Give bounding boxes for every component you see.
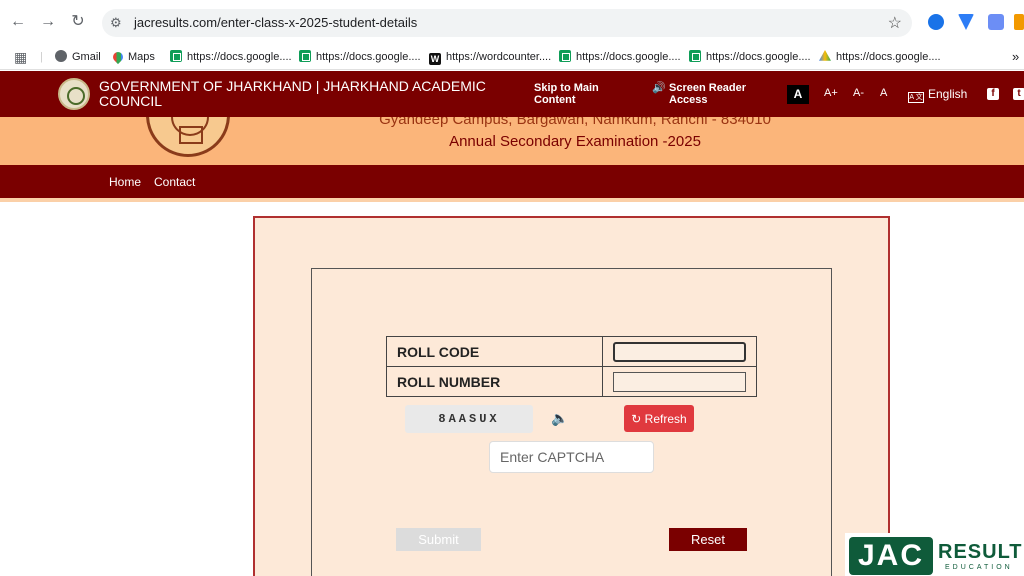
sheets-icon (559, 50, 571, 62)
captcha-audio-icon[interactable]: 🔈 (551, 410, 568, 426)
font-dark-button[interactable]: A (787, 85, 809, 104)
bookmark-docs-2[interactable]: https://docs.google.... (299, 48, 421, 66)
vpn-extension-icon[interactable] (958, 14, 974, 30)
submit-button[interactable]: Submit (396, 528, 481, 551)
captcha-image: 8AASUX (405, 405, 533, 433)
credentials-table: ROLL CODE ROLL NUMBER (386, 336, 757, 397)
font-decrease-button[interactable]: A- (853, 87, 864, 99)
site-settings-icon[interactable]: ⚙ (110, 15, 126, 31)
refresh-icon: ↻ (631, 411, 645, 426)
roll-code-row: ROLL CODE (387, 337, 756, 367)
bookmark-docs-3[interactable]: https://docs.google.... (559, 48, 681, 66)
watermark-education: EDUCATION (945, 564, 1013, 571)
skip-to-main-link[interactable]: Skip to Main Content (534, 82, 614, 106)
form-panel (311, 268, 832, 576)
site-title: GOVERNMENT OF JHARKHAND | JHARKHAND ACAD… (99, 78, 486, 109)
nav-home[interactable]: Home (109, 175, 141, 189)
jharkhand-emblem-icon (58, 78, 90, 110)
speaker-icon: 🔊 (652, 82, 666, 94)
bookmark-gmail[interactable]: Gmail (55, 48, 101, 66)
sheets-icon (170, 50, 182, 62)
cell-divider (602, 337, 603, 366)
bookmark-docs-1[interactable]: https://docs.google.... (170, 48, 292, 66)
bookmark-docs-5[interactable]: https://docs.google.... (819, 48, 941, 66)
site-topbar: GOVERNMENT OF JHARKHAND | JHARKHAND ACAD… (0, 71, 1024, 117)
address-bar[interactable]: ⚙ jacresults.com/enter-class-x-2025-stud… (102, 9, 912, 37)
captcha-refresh-button[interactable]: ↻ Refresh (624, 405, 694, 432)
cell-divider (602, 367, 603, 397)
screen-reader-link[interactable]: Screen Reader Access (669, 82, 759, 106)
browser-toolbar: ← → ↻ ⚙ jacresults.com/enter-class-x-202… (0, 0, 1024, 44)
roll-number-label: ROLL NUMBER (397, 374, 501, 390)
roll-code-label: ROLL CODE (397, 344, 480, 360)
facebook-icon[interactable]: f (987, 88, 999, 100)
exam-title: Annual Secondary Examination -2025 (449, 133, 701, 150)
sheets-icon (689, 50, 701, 62)
reset-button[interactable]: Reset (669, 528, 747, 551)
bookmarks-divider: | (40, 51, 43, 63)
main-nav: Home Contact (0, 165, 1024, 198)
watermark-result: RESULT (938, 541, 1023, 563)
bookmark-wordcounter[interactable]: Whttps://wordcounter.... (429, 48, 551, 66)
translate-icon: A 文 (908, 92, 924, 103)
bookmarks-bar: ▦ | Gmail Maps https://docs.google.... h… (0, 44, 1024, 70)
captcha-input[interactable] (489, 441, 654, 473)
nav-underline (0, 198, 1024, 202)
maps-icon (110, 49, 126, 65)
back-arrow-icon[interactable]: ← (8, 12, 28, 32)
watermark-jac: JAC (849, 537, 933, 575)
site-banner: Gyandeep Campus, Bargawan, Namkum, Ranch… (0, 117, 1024, 165)
bookmark-maps[interactable]: Maps (110, 48, 155, 66)
roll-code-input[interactable] (613, 342, 746, 362)
sheets-icon (299, 50, 311, 62)
drive-icon (819, 50, 831, 61)
extension-icon-2[interactable] (1014, 14, 1024, 30)
bookmarks-overflow[interactable]: » (1012, 48, 1019, 66)
nav-contact[interactable]: Contact (154, 175, 195, 189)
globe-icon (55, 50, 67, 62)
bookmark-star-icon[interactable]: ☆ (888, 13, 902, 33)
font-increase-button[interactable]: A+ (824, 87, 838, 99)
reload-icon[interactable]: ↻ (68, 12, 88, 32)
url-text[interactable]: jacresults.com/enter-class-x-2025-studen… (134, 15, 417, 30)
forward-arrow-icon[interactable]: → (38, 12, 58, 32)
council-address: Gyandeep Campus, Bargawan, Namkum, Ranch… (379, 117, 771, 128)
apps-grid-icon[interactable]: ▦ (14, 48, 27, 66)
bookmark-docs-4[interactable]: https://docs.google.... (689, 48, 811, 66)
language-selector[interactable]: A 文 English (908, 87, 967, 103)
download-extension-icon[interactable] (928, 14, 944, 30)
jac-result-watermark: JAC RESULT EDUCATION (845, 533, 1024, 576)
twitter-icon[interactable]: t (1013, 88, 1024, 100)
roll-number-input[interactable] (613, 372, 746, 392)
font-normal-button[interactable]: A (880, 87, 887, 99)
roll-number-row: ROLL NUMBER (387, 367, 756, 397)
wordcounter-icon: W (429, 53, 441, 65)
extension-icon[interactable] (988, 14, 1004, 30)
